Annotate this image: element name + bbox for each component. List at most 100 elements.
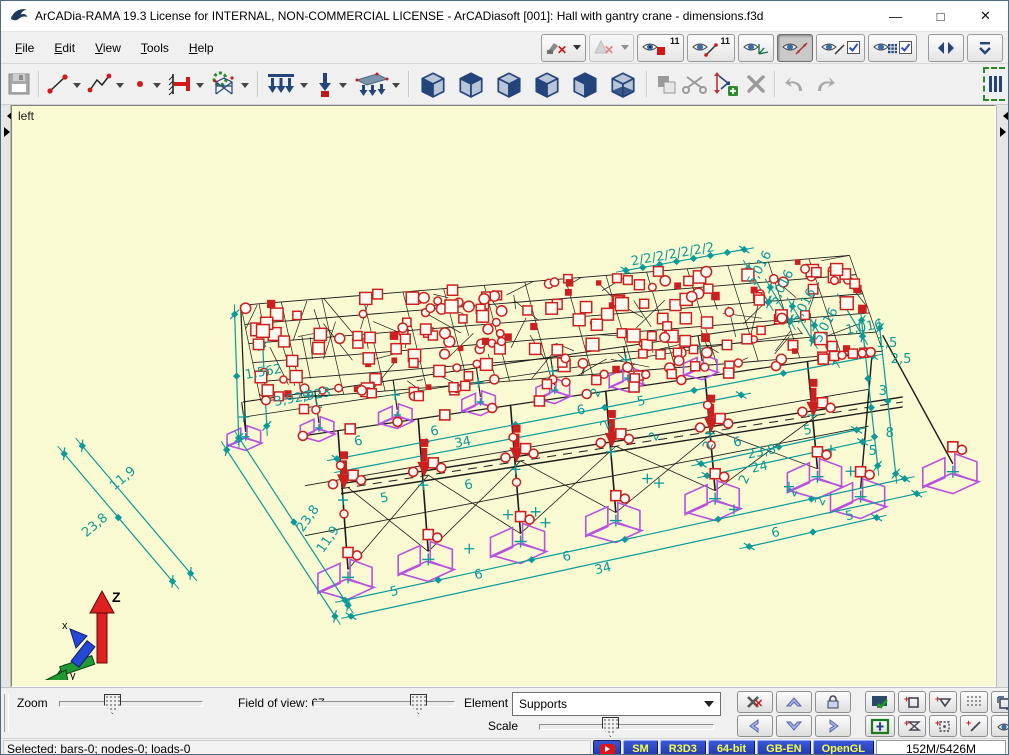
- zoom-slider-thumb[interactable]: [104, 694, 121, 714]
- dropdown-arrow-icon[interactable]: [73, 83, 81, 92]
- transform-selection-button[interactable]: [991, 691, 1009, 713]
- copy-button[interactable]: [652, 68, 680, 100]
- close-button[interactable]: ✕: [963, 1, 1008, 31]
- distributed-load-button[interactable]: [263, 68, 299, 100]
- status-badge-sm[interactable]: SM: [623, 740, 658, 755]
- fit-view-button[interactable]: [928, 34, 964, 62]
- collapse-left-icon[interactable]: [998, 111, 1009, 121]
- maximize-button[interactable]: □: [918, 1, 963, 31]
- move-up-button[interactable]: [776, 691, 812, 713]
- delete-selection-button[interactable]: ✕: [737, 691, 773, 713]
- hide-solids-button[interactable]: ✕: [589, 34, 634, 62]
- grid-snap-button[interactable]: [960, 691, 988, 713]
- point-load-button[interactable]: [312, 68, 338, 100]
- model-viewport[interactable]: left 1,5623,929,92311,923,823,811,966345…: [11, 105, 996, 687]
- show-grid-toggle-button[interactable]: [868, 34, 917, 62]
- chevron-down-icon[interactable]: [704, 701, 714, 712]
- show-bars-toggle-button[interactable]: [816, 34, 865, 62]
- scale-slider[interactable]: [539, 724, 714, 730]
- view-cube-top-button[interactable]: [452, 68, 490, 100]
- dropdown-arrow-icon[interactable]: [339, 83, 347, 92]
- structure-generator-button[interactable]: [208, 68, 240, 100]
- svg-text:+: +: [904, 718, 909, 728]
- show-bar-numbers-button[interactable]: 11: [687, 34, 735, 62]
- move-right-button[interactable]: [815, 715, 851, 737]
- move-down-button[interactable]: [776, 715, 812, 737]
- undo-button[interactable]: [780, 68, 810, 100]
- panel-toggle-button[interactable]: [983, 67, 1005, 101]
- cube-top-icon: [454, 69, 488, 99]
- dimension-label: 2,5: [891, 352, 912, 367]
- dropdown-arrow-icon[interactable]: [153, 83, 161, 92]
- toolbar-overflow-button[interactable]: [967, 34, 1003, 62]
- render-view-button[interactable]: [865, 691, 895, 713]
- fov-slider-thumb[interactable]: [410, 694, 427, 714]
- dropdown-arrow-icon[interactable]: [241, 83, 249, 92]
- view-cube-left-button[interactable]: [528, 68, 566, 100]
- viewport-row: left 1,5623,929,92311,923,823,811,966345…: [1, 105, 1008, 687]
- save-button[interactable]: [4, 68, 34, 100]
- add-bar-selection-button[interactable]: +: [960, 715, 988, 737]
- element-label: Element: [464, 696, 508, 710]
- panel-grip[interactable]: [4, 694, 9, 732]
- support-tool-button[interactable]: [165, 68, 195, 100]
- left-pane-splitter[interactable]: [1, 105, 11, 687]
- dropdown-arrow-icon[interactable]: [392, 83, 400, 92]
- draw-node-button[interactable]: [128, 68, 152, 100]
- move-left-button[interactable]: [737, 715, 773, 737]
- status-badge-64bit[interactable]: 64-bit: [708, 740, 755, 755]
- view-selection-button[interactable]: [991, 715, 1009, 737]
- menu-help[interactable]: Help: [179, 36, 224, 60]
- video-help-button[interactable]: [593, 740, 621, 755]
- add-load-selection-button[interactable]: +: [898, 715, 926, 737]
- dropdown-arrow-icon[interactable]: [116, 83, 124, 92]
- draw-polyline-button[interactable]: [85, 68, 115, 100]
- status-badge-r3d3[interactable]: R3D3: [660, 740, 706, 755]
- distributed-load-icon: [265, 71, 297, 97]
- draw-bar-button[interactable]: [44, 68, 72, 100]
- dropdown-arrow-icon[interactable]: [573, 45, 581, 54]
- view-cube-bottom-button[interactable]: [604, 68, 642, 100]
- zoom-extents-button[interactable]: [865, 715, 895, 737]
- menu-edit[interactable]: Edit: [44, 36, 85, 60]
- view-cube-right-button[interactable]: [490, 68, 528, 100]
- right-pane-splitter[interactable]: [996, 105, 1008, 687]
- lock-button[interactable]: [815, 691, 851, 713]
- expand-right-icon[interactable]: [1000, 127, 1009, 137]
- surface-load-button[interactable]: [351, 68, 391, 100]
- menu-tools[interactable]: Tools: [131, 36, 179, 60]
- zoom-slider[interactable]: [59, 701, 203, 707]
- separator: [257, 71, 259, 97]
- view-controls-panel: Zoom Field of view: 67 Element Supports …: [1, 687, 1008, 738]
- dropdown-arrow-icon[interactable]: [300, 83, 308, 92]
- undo-icon: [782, 72, 808, 96]
- checkbox-checked-icon[interactable]: [899, 41, 912, 54]
- fov-slider[interactable]: [313, 701, 455, 707]
- element-dropdown[interactable]: Supports: [512, 692, 721, 716]
- minimize-button[interactable]: —: [873, 1, 918, 31]
- scale-slider-thumb[interactable]: [602, 717, 619, 737]
- menu-file[interactable]: File: [5, 36, 44, 60]
- menu-view[interactable]: View: [85, 36, 131, 60]
- redo-button[interactable]: [810, 68, 840, 100]
- show-axes-button[interactable]: [738, 34, 774, 62]
- add-measure-button[interactable]: [710, 68, 742, 100]
- hide-objects-button[interactable]: ✕: [541, 34, 586, 62]
- double-chevron-down-icon: [978, 40, 992, 56]
- dimension-label: 2: [700, 439, 717, 453]
- checkbox-checked-icon[interactable]: [847, 41, 860, 54]
- add-support-selection-button[interactable]: +: [929, 691, 957, 713]
- view-cube-front-button[interactable]: [414, 68, 452, 100]
- status-badge-gb-en[interactable]: GB-EN: [757, 740, 810, 755]
- status-badge-opengl[interactable]: OpenGL: [813, 740, 874, 755]
- dropdown-arrow-icon[interactable]: [196, 83, 204, 92]
- show-dimensions-button[interactable]: [777, 34, 813, 62]
- point-load-icon: [314, 70, 336, 98]
- cut-button[interactable]: [680, 68, 710, 100]
- add-area-selection-button[interactable]: +: [929, 715, 957, 737]
- show-node-numbers-button[interactable]: 11: [637, 34, 685, 62]
- view-cube-back-button[interactable]: [566, 68, 604, 100]
- hide-tool-icon: ✕: [546, 39, 568, 57]
- delete-button[interactable]: [742, 68, 770, 100]
- add-node-selection-button[interactable]: +: [898, 691, 926, 713]
